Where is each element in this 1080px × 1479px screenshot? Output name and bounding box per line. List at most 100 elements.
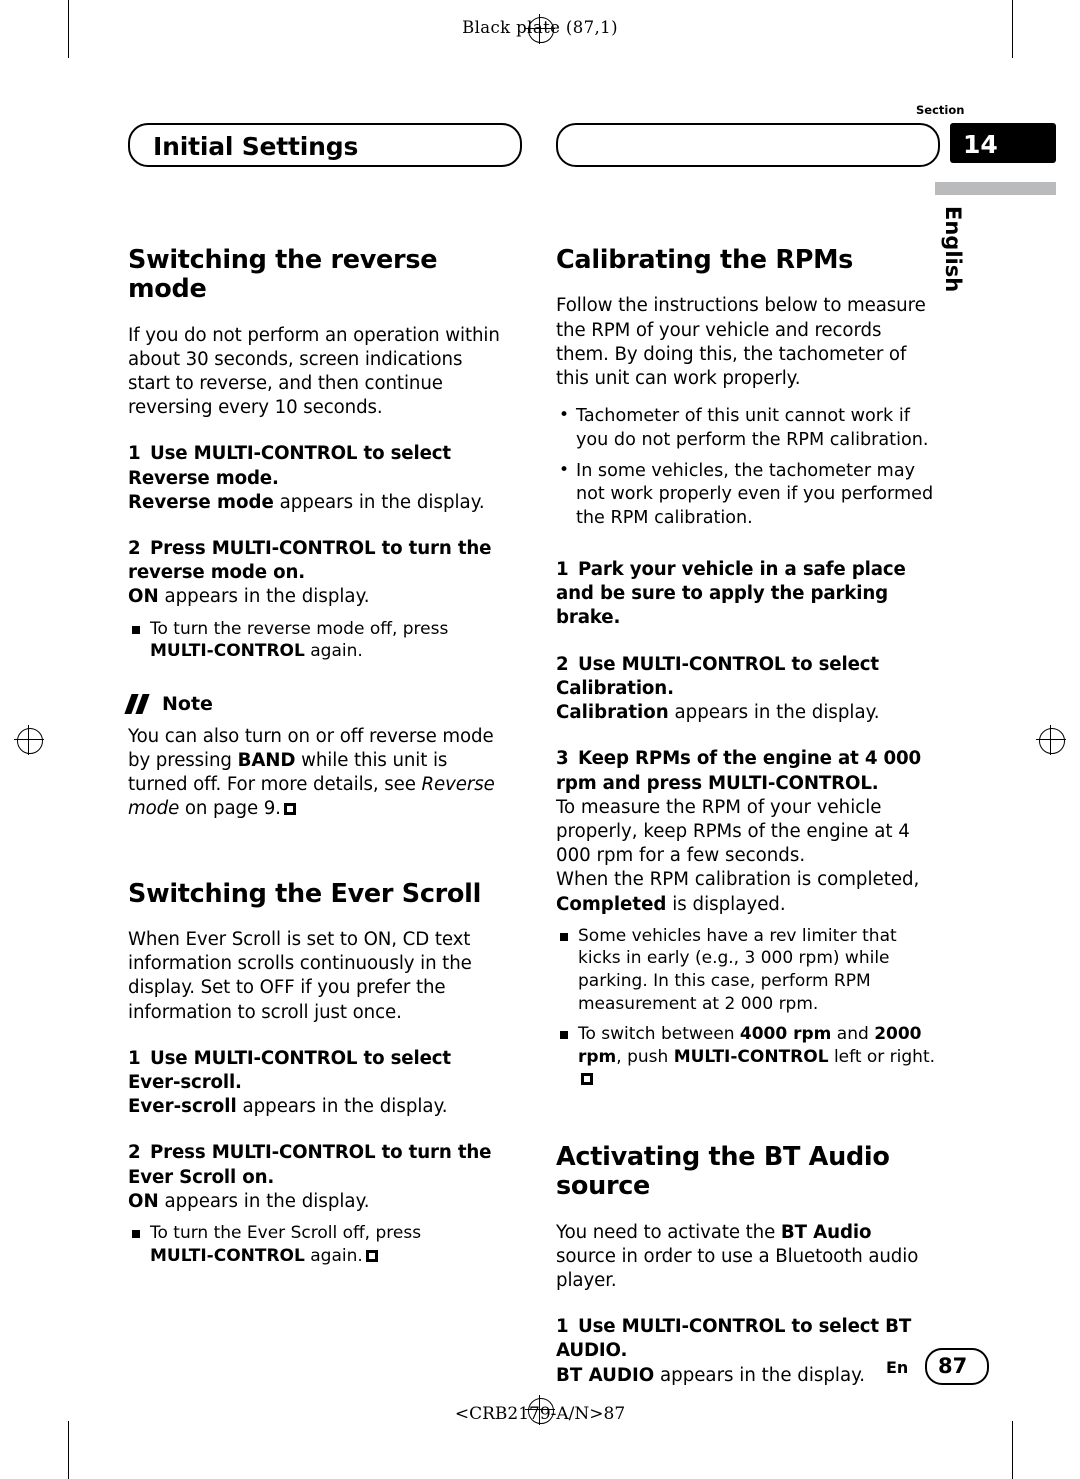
- step-number: 1: [556, 559, 569, 581]
- end-mark: [283, 803, 296, 816]
- step-2-reverse: 2 Press MULTI-CONTROL to turn the reverse…: [128, 537, 508, 585]
- crop-mark-bottom-right: [1012, 1421, 1014, 1479]
- step-1-bt-audio: 1 Use MULTI-CONTROL to select BT AUDIO.: [556, 1315, 936, 1363]
- step-text: Press MULTI-CONTROL to turn the reverse …: [128, 538, 492, 584]
- bt-audio-term: BT Audio: [780, 1221, 872, 1243]
- step-3-rpm: 3 Keep RPMs of the engine at 4 000 rpm an…: [556, 747, 936, 795]
- bullet-line-2: again.: [304, 641, 363, 662]
- heading-calibrating-rpms: Calibrating the RPMs: [556, 245, 854, 275]
- step-number: 3: [556, 748, 569, 770]
- footer-page-number: 87: [938, 1354, 968, 1378]
- paragraph-rpm-intro: Follow the instructions below to measure…: [556, 295, 926, 389]
- language-tab-bar: [935, 182, 1056, 195]
- step-1-bt-audio-result: BT AUDIO appears in the display.: [556, 1364, 936, 1388]
- result-rest: appears in the display.: [273, 491, 485, 513]
- page-title-pill: Initial Settings: [128, 123, 522, 167]
- step-2-rpm-result: Calibration appears in the display.: [556, 701, 936, 725]
- dot-note-tachometer: Tachometer of this unit cannot work if y…: [556, 404, 936, 452]
- step-number: 2: [128, 1142, 141, 1164]
- result-term: Reverse mode: [128, 491, 274, 513]
- crop-mark-bottom-left: [68, 1421, 70, 1479]
- step-text: Use MULTI-CONTROL to select Reverse mode…: [128, 443, 451, 489]
- step-3-rpm-completed: When the RPM calibration is completed, C…: [556, 868, 936, 916]
- bullet-line-1: To turn the Ever Scroll off, press: [150, 1223, 422, 1244]
- step-2-rpm: 2 Use MULTI-CONTROL to select Calibration…: [556, 653, 936, 701]
- step-2-ever-scroll-result: ON appears in the display.: [128, 1190, 508, 1214]
- bullet-rev-limiter: Some vehicles have a rev limiter that ki…: [556, 925, 936, 1015]
- bullet-reverse-off: To turn the reverse mode off, press MULT…: [128, 618, 508, 663]
- language-tab-label: English: [941, 206, 965, 293]
- left-column: Switching the reverse mode If you do not…: [124, 245, 508, 1267]
- registration-mark-right: [1036, 725, 1066, 755]
- switch-push: , push: [616, 1046, 674, 1067]
- result-term: Ever-scroll: [128, 1096, 237, 1118]
- note-label: Note: [162, 692, 213, 715]
- note-text-3: on page 9.: [179, 798, 281, 820]
- dot-note-some-vehicles: In some vehicles, the tachometer may not…: [556, 459, 936, 530]
- right-column: Calibrating the RPMs Follow the instruct…: [556, 245, 936, 1388]
- switch-prefix: To switch between: [578, 1024, 740, 1045]
- bullet-bold-term: MULTI-CONTROL: [150, 641, 305, 662]
- step-number: 2: [128, 538, 141, 560]
- note-header: Note: [124, 692, 508, 715]
- registration-mark-left: [14, 725, 44, 755]
- document-page: Black plate (87,1) Initial Settings Sect…: [0, 0, 1080, 1479]
- step-number: 2: [556, 653, 569, 675]
- footer-language-code: En: [886, 1358, 909, 1377]
- switch-mid: and: [831, 1024, 875, 1045]
- step-number: 1: [128, 443, 141, 465]
- header-empty-pill: [556, 123, 940, 167]
- step-1-ever-scroll-result: Ever-scroll appears in the display.: [128, 1095, 508, 1119]
- step-text: Use MULTI-CONTROL to select Calibration.: [556, 653, 879, 699]
- note-band-term: BAND: [237, 750, 296, 772]
- result-term: Calibration: [556, 702, 669, 724]
- rpm-4000-term: 4000 rpm: [739, 1024, 832, 1045]
- step-1-rpm: 1 Park your vehicle in a safe place and b…: [556, 558, 936, 631]
- result-rest: appears in the display.: [654, 1364, 866, 1386]
- step-text: Park your vehicle in a safe place and be…: [556, 559, 906, 629]
- completed-prefix: When the RPM calibration is completed,: [556, 869, 920, 891]
- switch-suffix: left or right.: [828, 1046, 936, 1067]
- result-term: ON: [128, 586, 159, 608]
- step-1-ever-scroll: 1 Use MULTI-CONTROL to select Ever-scroll…: [128, 1047, 508, 1095]
- note-icon: [124, 693, 154, 714]
- page-title: Initial Settings: [153, 132, 359, 161]
- bullet-line-1: To turn the reverse mode off, press: [150, 618, 449, 639]
- heading-part-1: Activating the: [556, 1141, 764, 1172]
- step-2-ever-scroll: 2 Press MULTI-CONTROL to turn the Ever Sc…: [128, 1141, 508, 1189]
- heading-activating-bt-audio: Activating the BT Audio source: [556, 1141, 936, 1202]
- heading-switching-ever-scroll: Switching the Ever Scroll: [128, 878, 482, 909]
- intro-suffix: source in order to use a Bluetooth audio…: [556, 1245, 919, 1292]
- result-term: BT AUDIO: [556, 1364, 655, 1386]
- heading-part-2: source: [556, 1171, 651, 1202]
- step-text: Use MULTI-CONTROL to select Ever-scroll.: [128, 1047, 451, 1094]
- step-1-reverse: 1 Use MULTI-CONTROL to select Reverse mod…: [128, 442, 508, 490]
- completed-term: Completed: [556, 893, 667, 915]
- completed-suffix: is displayed.: [666, 893, 786, 915]
- bullet-line-2: again.: [304, 1245, 363, 1266]
- heading-bt-audio: BT Audio: [763, 1141, 890, 1172]
- bullet-ever-scroll-off: To turn the Ever Scroll off, press MULTI…: [128, 1222, 508, 1267]
- paragraph-bt-audio-intro: You need to activate the BT Audio source…: [556, 1221, 936, 1294]
- step-number: 1: [128, 1047, 141, 1069]
- section-number: 14: [963, 130, 998, 159]
- step-1-reverse-result: Reverse mode appears in the display.: [128, 491, 508, 515]
- step-3-rpm-detail: To measure the RPM of your vehicle prope…: [556, 796, 910, 867]
- intro-prefix: You need to activate the: [556, 1221, 781, 1243]
- result-term: ON: [128, 1190, 159, 1212]
- paragraph-ever-scroll-intro: When Ever Scroll is set to ON, CD text i…: [128, 929, 472, 1023]
- bullet-switch-rpm: To switch between 4000 rpm and 2000 rpm,…: [556, 1023, 936, 1091]
- result-rest: appears in the display.: [158, 586, 370, 608]
- result-rest: appears in the display.: [668, 702, 880, 724]
- step-text: Use MULTI-CONTROL to select BT AUDIO.: [556, 1316, 912, 1362]
- paragraph-reverse-intro: If you do not perform an operation withi…: [128, 324, 500, 419]
- black-plate-label: Black plate (87,1): [462, 18, 618, 37]
- step-text: Keep RPMs of the engine at 4 000 rpm and…: [556, 748, 922, 794]
- step-number: 1: [556, 1316, 569, 1338]
- end-mark: [365, 1249, 378, 1262]
- step-2-reverse-result: ON appears in the display.: [128, 585, 508, 609]
- section-label: Section: [916, 103, 965, 117]
- result-rest: appears in the display.: [236, 1096, 448, 1118]
- footer-document-code: <CRB2179-A/N>87: [454, 1404, 626, 1424]
- bullet-bold-term: MULTI-CONTROL: [150, 1245, 305, 1266]
